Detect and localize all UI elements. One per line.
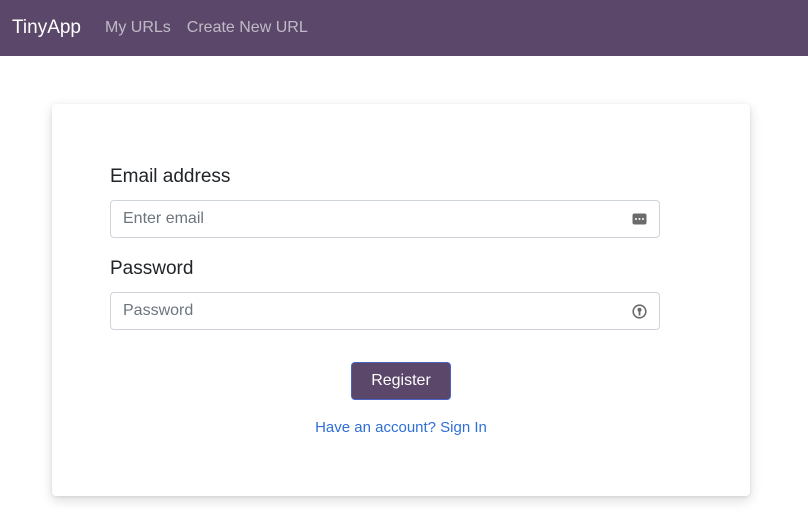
nav-link-create-new-url[interactable]: Create New URL	[187, 19, 308, 37]
brand-link[interactable]: TinyApp	[12, 17, 81, 39]
password-input[interactable]	[123, 302, 603, 320]
password-label: Password	[110, 258, 194, 279]
password-key-icon[interactable]	[631, 303, 647, 319]
nav-link-my-urls[interactable]: My URLs	[105, 19, 171, 37]
password-field[interactable]	[110, 292, 660, 330]
sign-in-link[interactable]: Have an account? Sign In	[52, 419, 750, 436]
email-input[interactable]	[123, 210, 603, 228]
register-button[interactable]: Register	[351, 362, 451, 400]
autofill-card-icon[interactable]	[631, 211, 647, 227]
register-card: Email address Password Register Have an …	[52, 104, 750, 496]
navbar: TinyApp My URLs Create New URL	[0, 0, 808, 56]
email-field[interactable]	[110, 200, 660, 238]
email-label: Email address	[110, 166, 231, 187]
